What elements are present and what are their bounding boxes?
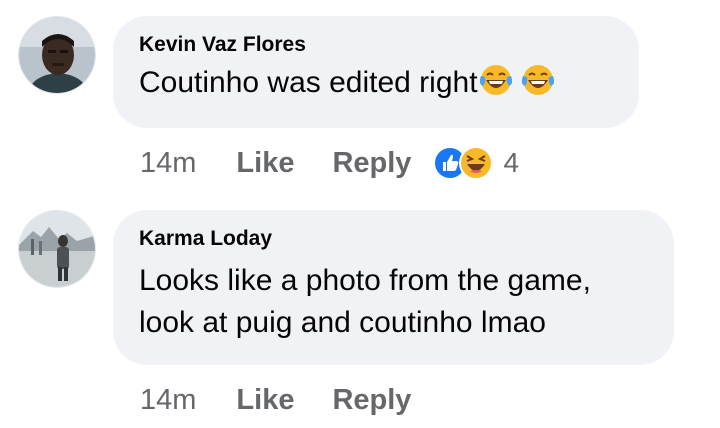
comment-text-line-1: Looks like a photo from the game, — [139, 264, 591, 297]
avatar[interactable] — [18, 16, 96, 94]
reaction-count: 4 — [503, 147, 520, 178]
profile-photo-icon — [19, 17, 95, 93]
comment-text: Coutinho was edited right — [139, 62, 613, 104]
comment-text-line-2: look at puig and coutinho lmao — [139, 306, 546, 339]
comment-author[interactable]: Karma Loday — [139, 226, 648, 252]
profile-photo-icon — [19, 211, 95, 287]
comment-actions: 14m Like Reply — [140, 380, 449, 420]
reply-button[interactable]: Reply — [332, 147, 411, 180]
reaction-summary[interactable]: 4 — [433, 146, 519, 180]
comment-author[interactable]: Kevin Vaz Flores — [139, 32, 613, 58]
comment-bubble: Kevin Vaz Flores Coutinho was edited rig… — [113, 16, 639, 128]
comment-bubble: Karma Loday Looks like a photo from the … — [113, 210, 674, 365]
haha-reaction-icon — [459, 146, 494, 180]
comment-text-content: Coutinho was edited right — [139, 66, 478, 99]
laughing-tears-emoji-icon — [521, 65, 554, 95]
comment-timestamp[interactable]: 14m — [140, 384, 196, 417]
like-button[interactable]: Like — [236, 384, 294, 417]
like-button[interactable]: Like — [236, 147, 294, 180]
comment-actions: 14m Like Reply 4 — [140, 143, 519, 183]
avatar[interactable] — [18, 210, 96, 288]
reply-button[interactable]: Reply — [332, 384, 411, 417]
laughing-tears-emoji-icon — [479, 65, 512, 95]
comment-timestamp[interactable]: 14m — [140, 147, 196, 180]
